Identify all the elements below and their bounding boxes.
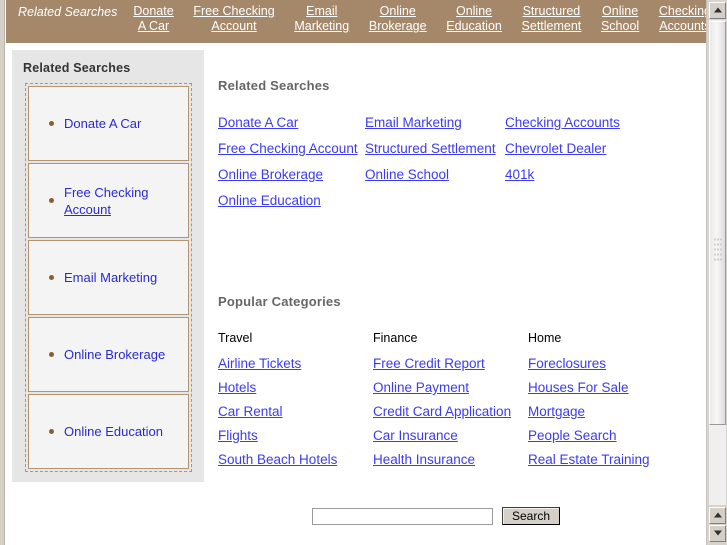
sidebar-item-label-wrapped[interactable]: Free Checking Account <box>64 184 160 218</box>
scrollbar-grip-icon <box>713 237 722 263</box>
sidebar: Related Searches Donate A Car Free Check… <box>12 50 204 482</box>
vertical-scrollbar[interactable] <box>706 0 727 545</box>
sidebar-item-label-line2: Account <box>64 201 111 217</box>
category-link-foreclosures[interactable]: Foreclosures <box>528 356 688 371</box>
top-nav-link-online-brokerage[interactable]: Online Brokerage <box>363 4 433 34</box>
related-searches-link-grid: Donate A Car Email Marketing Checking Ac… <box>218 115 688 208</box>
category-link-flights[interactable]: Flights <box>218 428 373 443</box>
related-link-online-school[interactable]: Online School <box>365 167 505 182</box>
category-link-car-insurance[interactable]: Car Insurance <box>373 428 528 443</box>
sidebar-item-donate-a-car[interactable]: Donate A Car <box>28 86 189 161</box>
scroll-down-arrow-icon[interactable] <box>709 525 726 542</box>
top-nav-link-donate-a-car[interactable]: Donate A Car <box>127 4 179 34</box>
sidebar-item-label[interactable]: Email Marketing <box>64 269 157 286</box>
popular-categories-grid: Travel Finance Home Airline Tickets Free… <box>218 331 688 467</box>
sidebar-item-label[interactable]: Donate A Car <box>64 115 141 132</box>
grid-spacer <box>365 193 505 194</box>
top-nav-links: Donate A Car Free Checking Account Email… <box>117 4 706 34</box>
top-nav-link-free-checking-account[interactable]: Free Checking Account <box>187 4 280 34</box>
page-viewport: Related Searches Donate A Car Free Check… <box>6 0 706 545</box>
scroll-up-arrow-icon-bottom[interactable] <box>709 507 726 524</box>
category-link-airline-tickets[interactable]: Airline Tickets <box>218 356 373 371</box>
bullet-icon <box>49 429 54 434</box>
category-link-health-insurance[interactable]: Health Insurance <box>373 452 528 467</box>
top-nav-link-line2: Brokerage <box>368 19 427 33</box>
category-link-real-estate-training[interactable]: Real Estate Training <box>528 452 688 467</box>
related-link-online-brokerage[interactable]: Online Brokerage <box>218 167 365 182</box>
top-nav-link-line1: Online <box>602 4 639 18</box>
top-nav-link-online-education[interactable]: Online Education <box>440 4 508 34</box>
related-link-free-checking-account[interactable]: Free Checking Account <box>218 141 365 156</box>
top-nav-bar: Related Searches Donate A Car Free Check… <box>6 0 706 43</box>
category-link-south-beach-hotels[interactable]: South Beach Hotels <box>218 452 373 467</box>
related-searches-heading: Related Searches <box>218 78 330 93</box>
scroll-up-arrow-icon[interactable] <box>709 2 726 19</box>
top-nav-link-line1: Online <box>379 4 416 18</box>
sidebar-item-online-education[interactable]: Online Education <box>28 394 189 469</box>
sidebar-item-label[interactable]: Online Education <box>64 423 163 440</box>
related-link-checking-accounts[interactable]: Checking Accounts <box>505 115 688 130</box>
top-nav-link-structured-settlement[interactable]: Structured Settlement <box>516 4 588 34</box>
top-nav-link-line1: Free Checking <box>193 4 275 18</box>
top-nav-link-line1: Email <box>306 4 338 18</box>
category-link-free-credit-report[interactable]: Free Credit Report <box>373 356 528 371</box>
popular-categories-section: Popular Categories Travel Finance Home A… <box>218 294 688 467</box>
related-link-donate-a-car[interactable]: Donate A Car <box>218 115 365 130</box>
top-nav-link-line1: Checking <box>658 4 706 18</box>
top-nav-link-line2: A Car <box>137 19 170 33</box>
bullet-icon <box>49 275 54 280</box>
top-nav-link-online-school[interactable]: Online School <box>595 4 645 34</box>
top-nav-link-line2: Marketing <box>294 19 350 33</box>
top-nav-title: Related Searches <box>18 5 118 19</box>
top-nav-link-line1: Online <box>455 4 493 18</box>
category-link-car-rental[interactable]: Car Rental <box>218 404 373 419</box>
category-link-mortgage[interactable]: Mortgage <box>528 404 688 419</box>
sidebar-item-free-checking-account[interactable]: Free Checking Account <box>28 163 189 238</box>
sidebar-item-email-marketing[interactable]: Email Marketing <box>28 240 189 315</box>
category-link-hotels[interactable]: Hotels <box>218 380 373 395</box>
sidebar-item-label[interactable]: Online Brokerage <box>64 346 165 363</box>
related-link-email-marketing[interactable]: Email Marketing <box>365 115 505 130</box>
related-link-online-education[interactable]: Online Education <box>218 193 365 208</box>
category-link-houses-for-sale[interactable]: Houses For Sale <box>528 380 688 395</box>
search-input[interactable] <box>312 507 493 525</box>
sidebar-item-label-line1: Free Checking <box>64 184 149 200</box>
browser-window: Related Searches Donate A Car Free Check… <box>0 0 727 545</box>
related-link-401k[interactable]: 401k <box>505 167 688 182</box>
category-title-home: Home <box>528 331 562 345</box>
bullet-icon <box>49 121 54 126</box>
top-nav-link-checking-accounts[interactable]: Checking Accounts <box>653 4 706 34</box>
top-nav-link-email-marketing[interactable]: Email Marketing <box>288 4 355 34</box>
category-link-online-payment[interactable]: Online Payment <box>373 380 528 395</box>
top-nav-link-line1: Donate <box>133 4 174 18</box>
category-link-credit-card-application[interactable]: Credit Card Application <box>373 404 528 419</box>
sidebar-list: Donate A Car Free Checking Account Email… <box>25 83 192 472</box>
top-nav-link-line1: Structured <box>522 4 581 18</box>
top-nav-link-line2: Settlement <box>521 19 582 33</box>
sidebar-item-online-brokerage[interactable]: Online Brokerage <box>28 317 189 392</box>
related-link-structured-settlement[interactable]: Structured Settlement <box>365 141 505 156</box>
window-left-edge <box>0 0 5 545</box>
related-link-chevrolet-dealer[interactable]: Chevrolet Dealer <box>505 141 688 156</box>
search-button[interactable]: Search <box>502 507 561 525</box>
category-title-travel: Travel <box>218 331 253 345</box>
scrollbar-thumb[interactable] <box>709 21 726 425</box>
top-nav-link-line2: Education <box>446 19 502 33</box>
search-form: Search <box>312 507 561 525</box>
top-nav-link-line2: Account <box>211 19 257 33</box>
category-title-finance: Finance <box>373 331 418 345</box>
popular-categories-heading: Popular Categories <box>218 294 341 309</box>
related-searches-section: Related Searches Donate A Car Email Mark… <box>218 78 688 208</box>
top-nav-link-line2: Accounts <box>659 19 706 33</box>
bullet-icon <box>49 198 54 203</box>
category-link-people-search[interactable]: People Search <box>528 428 688 443</box>
grid-spacer <box>505 193 688 194</box>
top-nav-link-line2: School <box>600 19 640 33</box>
sidebar-heading: Related Searches <box>23 61 131 75</box>
bullet-icon <box>49 352 54 357</box>
